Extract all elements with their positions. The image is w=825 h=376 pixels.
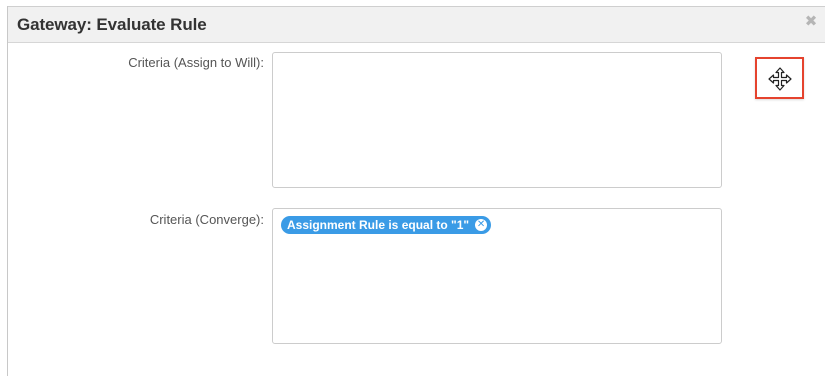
criteria-tag: Assignment Rule is equal to "1" ✕ xyxy=(281,216,492,234)
converge-criteria-label: Criteria (Converge): xyxy=(149,212,264,227)
close-icon[interactable]: ✖ xyxy=(803,14,819,30)
move-handle[interactable] xyxy=(755,57,804,99)
dialog-title: Gateway: Evaluate Rule xyxy=(17,15,207,34)
dialog-titlebar[interactable]: Gateway: Evaluate Rule ✖ xyxy=(8,6,825,43)
assign-criteria-label: Criteria (Assign to Will): xyxy=(128,55,264,70)
converge-criteria-field[interactable]: Assignment Rule is equal to "1" ✕ xyxy=(272,208,722,344)
remove-tag-icon[interactable]: ✕ xyxy=(475,219,488,231)
move-arrows-icon xyxy=(768,67,792,91)
assign-criteria-field[interactable] xyxy=(272,52,722,188)
criteria-tag-label: Assignment Rule is equal to "1" xyxy=(287,218,470,232)
evaluate-rule-dialog: Gateway: Evaluate Rule ✖ Criteria (Assig… xyxy=(7,6,825,376)
